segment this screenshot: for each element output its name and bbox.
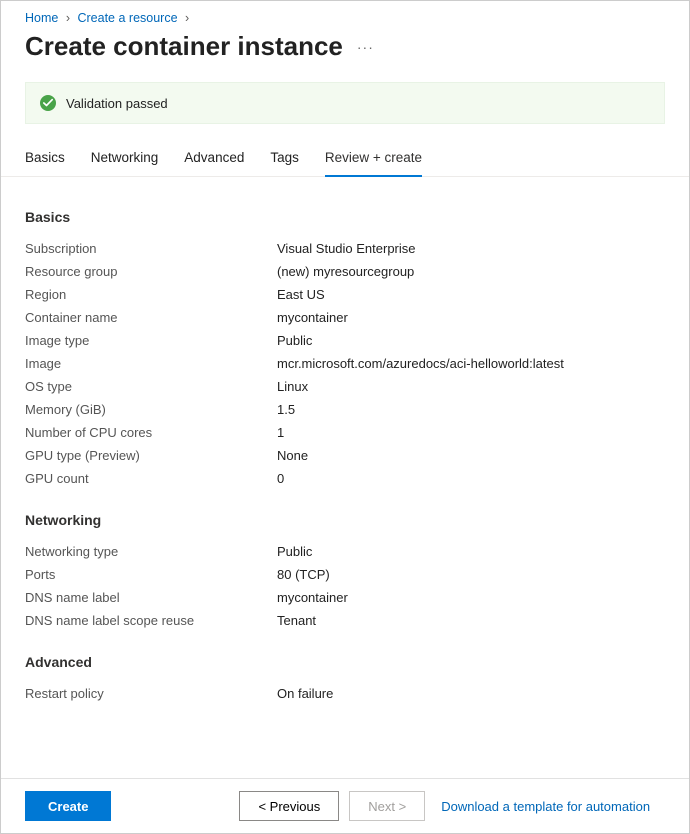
row-restart-policy: Restart policyOn failure [25, 682, 665, 705]
row-memory: Memory (GiB)1.5 [25, 398, 665, 421]
chevron-right-icon: › [66, 11, 70, 25]
tab-advanced[interactable]: Advanced [184, 150, 244, 176]
row-gpu-count: GPU count0 [25, 467, 665, 490]
row-image: Imagemcr.microsoft.com/azuredocs/aci-hel… [25, 352, 665, 375]
row-ports: Ports80 (TCP) [25, 563, 665, 586]
row-container-name: Container namemycontainer [25, 306, 665, 329]
tab-networking[interactable]: Networking [91, 150, 159, 176]
breadcrumb-home[interactable]: Home [25, 11, 58, 25]
section-advanced-title: Advanced [25, 654, 665, 670]
more-menu-icon[interactable]: ··· [357, 39, 374, 55]
next-button: Next > [349, 791, 425, 821]
breadcrumb: Home › Create a resource › [1, 1, 689, 25]
section-networking-title: Networking [25, 512, 665, 528]
tab-bar: Basics Networking Advanced Tags Review +… [1, 124, 689, 177]
row-image-type: Image typePublic [25, 329, 665, 352]
tab-review-create[interactable]: Review + create [325, 150, 422, 177]
row-gpu-type: GPU type (Preview)None [25, 444, 665, 467]
review-content: Basics SubscriptionVisual Studio Enterpr… [1, 177, 689, 795]
footer-bar: Create < Previous Next > Download a temp… [1, 778, 689, 833]
previous-button[interactable]: < Previous [239, 791, 339, 821]
validation-banner: Validation passed [25, 82, 665, 124]
chevron-right-icon: › [185, 11, 189, 25]
validation-text: Validation passed [66, 96, 168, 111]
tab-basics[interactable]: Basics [25, 150, 65, 176]
row-networking-type: Networking typePublic [25, 540, 665, 563]
download-template-link[interactable]: Download a template for automation [441, 799, 650, 814]
breadcrumb-create-resource[interactable]: Create a resource [77, 11, 177, 25]
section-basics-title: Basics [25, 209, 665, 225]
row-region: RegionEast US [25, 283, 665, 306]
row-os-type: OS typeLinux [25, 375, 665, 398]
create-button[interactable]: Create [25, 791, 111, 821]
row-subscription: SubscriptionVisual Studio Enterprise [25, 237, 665, 260]
tab-tags[interactable]: Tags [270, 150, 299, 176]
row-cpu-cores: Number of CPU cores1 [25, 421, 665, 444]
row-dns-name: DNS name labelmycontainer [25, 586, 665, 609]
check-circle-icon [40, 95, 56, 111]
row-dns-scope: DNS name label scope reuseTenant [25, 609, 665, 632]
row-resource-group: Resource group(new) myresourcegroup [25, 260, 665, 283]
page-title: Create container instance [25, 31, 343, 62]
